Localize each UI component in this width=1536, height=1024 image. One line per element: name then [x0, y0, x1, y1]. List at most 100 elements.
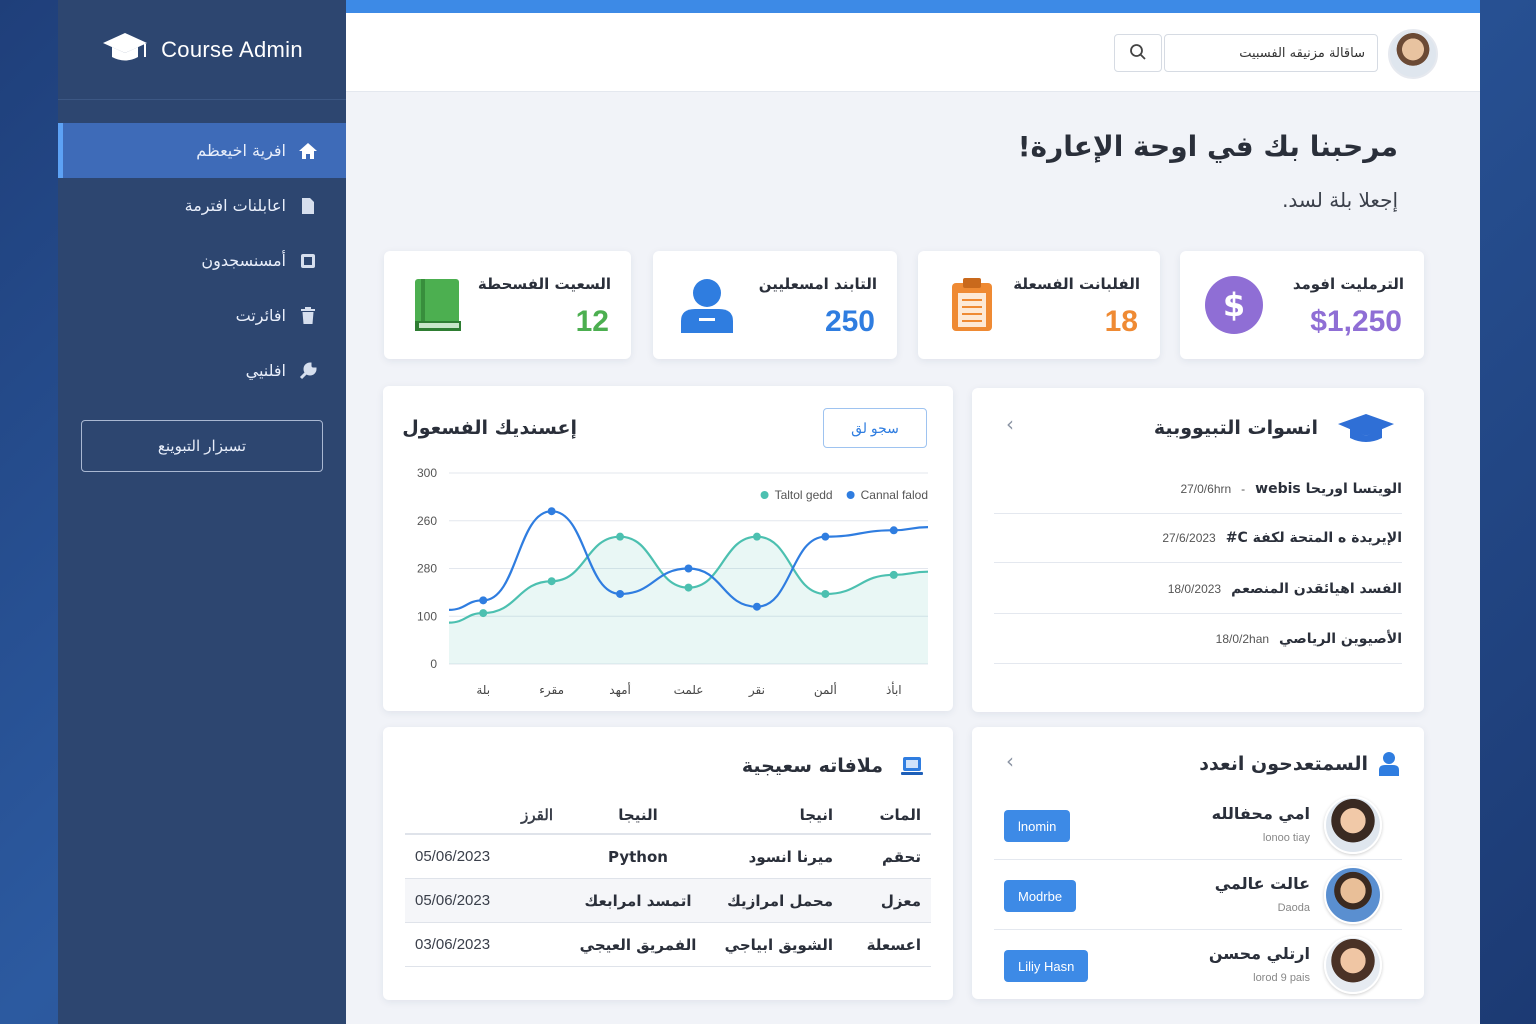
dollar-icon: $: [1204, 275, 1264, 335]
chevron-left-icon[interactable]: ‹: [1006, 749, 1014, 773]
x-tick-label: مقرء: [539, 683, 564, 698]
document-icon: [298, 196, 318, 216]
sidebar-item-label: افائرتت: [235, 306, 286, 325]
y-tick-label: 300: [417, 466, 437, 480]
legend-swatch: [846, 491, 855, 499]
legend-label: Taltol gedd: [775, 488, 833, 502]
sidebar-item-dashboard[interactable]: افرية اخيعظم: [58, 123, 346, 178]
data-point: [752, 602, 761, 611]
sidebar-item-settings[interactable]: افلنيي: [58, 343, 346, 398]
column-header: انيجا: [799, 806, 833, 824]
list-item[interactable]: 18/0/2023 الفسد اهيائقدن المنصعم: [994, 564, 1402, 614]
news-panel: ‹ انسوات التبيووبية 27/0/6hrn - الويتسا …: [972, 388, 1424, 712]
chart-panel: إعسنديك الفسعول سجو لق 0 100 280 260 300 بلة م…: [383, 386, 953, 711]
column-header: النيجا: [618, 806, 658, 824]
cell-name: ميرنا انسود: [748, 847, 833, 866]
stat-label: الترمليت افومد: [1292, 275, 1404, 293]
table-row[interactable]: 03/06/2023 الفمريق العيجي الشويق ابياجي …: [405, 923, 931, 967]
x-tick-label: أمهد: [609, 682, 631, 697]
user-icon: [1378, 752, 1400, 780]
user-row[interactable]: امي محفالله lonoo tiay lnomin: [994, 792, 1402, 860]
avatar: [1324, 866, 1382, 924]
x-tick-label: ألمن: [814, 682, 837, 698]
brand[interactable]: Course Admin: [58, 0, 346, 100]
news-title: انسوات التبيووبية: [1153, 417, 1318, 439]
main-content: مرحبنا بك في اوحة الإعارة! إجعلا بلة لسد…: [346, 13, 1480, 1024]
user-action-button[interactable]: Liliy Hasn: [1004, 950, 1089, 982]
users-panel: ‹ السمتعدحون انعدد امي محفالله lonoo tia…: [972, 727, 1424, 999]
sidebar-nav: افرية اخيعظم اعابلنات افترمة أمسنسجدون ا…: [58, 123, 346, 398]
list-item[interactable]: 27/6/2023 الإيريدة ه المتحة لكفة C#: [994, 513, 1402, 563]
table-row[interactable]: 05/06/2023 اتمسد امرابعك محمل امرازيك مع…: [405, 879, 931, 923]
stat-label: التابند امسعليين: [758, 275, 877, 293]
user-subtitle: Daoda: [1277, 902, 1310, 914]
sidebar-item-users[interactable]: أمسنسجدون: [58, 233, 346, 288]
sidebar-item-label: افلنيي: [245, 361, 286, 380]
home-icon: [298, 141, 318, 161]
series-area: [449, 536, 928, 664]
list-item[interactable]: 18/0/2han الأصيوين الرياصي: [994, 614, 1402, 664]
cell-date: 05/06/2023: [415, 892, 491, 909]
data-point: [752, 532, 761, 541]
data-table: القرز النيجا انيجا المات 05/06/2023 Pyth…: [405, 797, 931, 967]
line-chart: 0 100 280 260 300 بلة مقرء أمهد علمت نقر ألمن ابأذ C…: [417, 466, 929, 698]
cell-status: معزل: [880, 891, 921, 910]
stat-value: 18: [1104, 305, 1138, 338]
y-tick-label: 0: [430, 657, 437, 671]
list-item[interactable]: 27/0/6hrn - الويتسا اوريحا webis: [994, 464, 1402, 514]
y-tick-label: 260: [417, 514, 437, 528]
column-header: المات: [879, 806, 921, 824]
user-row[interactable]: عالت عالمي Daoda Modrbe: [994, 862, 1402, 930]
user-action-button[interactable]: Modrbe: [1004, 880, 1077, 912]
data-point: [684, 564, 693, 573]
book-icon: [408, 275, 468, 335]
user-subtitle: lorod 9 pais: [1253, 972, 1310, 984]
sidebar-item-trash[interactable]: افائرتت: [58, 288, 346, 343]
x-tick-label: بلة: [476, 683, 490, 697]
legend-swatch: [760, 491, 769, 499]
item-date: 27/6/2023: [1162, 530, 1216, 545]
search-input[interactable]: [1164, 34, 1378, 72]
y-tick-label: 100: [417, 609, 437, 623]
top-accent-bar: [346, 0, 1480, 13]
sidebar-item-documents[interactable]: اعابلنات افترمة: [58, 178, 346, 233]
sidebar-item-label: اعابلنات افترمة: [184, 196, 286, 215]
data-point: [821, 589, 830, 598]
page-title: مرحبنا بك في اوحة الإعارة!: [1017, 130, 1398, 163]
stat-card-tasks: الفلبانت الفسعلة 18: [918, 251, 1160, 359]
item-text: الأصيوين الرياصي: [1279, 630, 1402, 647]
x-tick-label: ابأذ: [886, 681, 902, 697]
user-row[interactable]: ارتلي محسن lorod 9 pais Liliy Hasn: [994, 932, 1402, 1000]
search-button[interactable]: [1114, 34, 1162, 72]
app-window: Course Admin افرية اخيعظم اعابلنات افترم…: [58, 0, 1480, 1024]
cell-date: 05/06/2023: [415, 848, 491, 865]
table-panel: ملافاته سعيجية القرز النيجا انيجا المات …: [383, 727, 953, 1000]
data-point: [616, 589, 625, 598]
cell-name: محمل امرازيك: [727, 891, 833, 910]
stat-value: $1,250: [1310, 305, 1402, 338]
avatar[interactable]: [1388, 29, 1438, 79]
trash-icon: [298, 306, 318, 326]
avatar: [1324, 936, 1382, 994]
y-tick-label: 280: [417, 562, 437, 576]
x-tick-label: نقر: [748, 683, 765, 698]
stat-value: 250: [824, 305, 875, 338]
page-subtitle: إجعلا بلة لسد.: [1282, 188, 1398, 212]
stat-label: السعيت الفسحطة: [477, 275, 611, 293]
sidebar-item-label: أمسنسجدون: [201, 251, 286, 270]
item-text: الفسد اهيائقدن المنصعم: [1231, 580, 1402, 597]
data-point: [547, 507, 556, 516]
user-action-button[interactable]: lnomin: [1004, 810, 1071, 842]
chevron-left-icon[interactable]: ‹: [1006, 412, 1014, 436]
avatar: [1324, 796, 1382, 854]
table-title: ملافاته سعيجية: [741, 755, 883, 777]
table-row[interactable]: 05/06/2023 Python ميرنا انسود تحقم: [405, 835, 931, 879]
stat-label: الفلبانت الفسعلة: [1013, 275, 1140, 293]
column-header: القرز: [521, 807, 553, 824]
user-name: عالت عالمي: [1214, 874, 1310, 893]
graduation-cap-icon: [101, 31, 149, 69]
sidebar-action-button[interactable]: تسبزار التبوينع: [81, 420, 323, 472]
separator: -: [1241, 481, 1246, 496]
clipboard-icon: [942, 275, 1002, 335]
item-date: 18/0/2han: [1215, 631, 1270, 646]
